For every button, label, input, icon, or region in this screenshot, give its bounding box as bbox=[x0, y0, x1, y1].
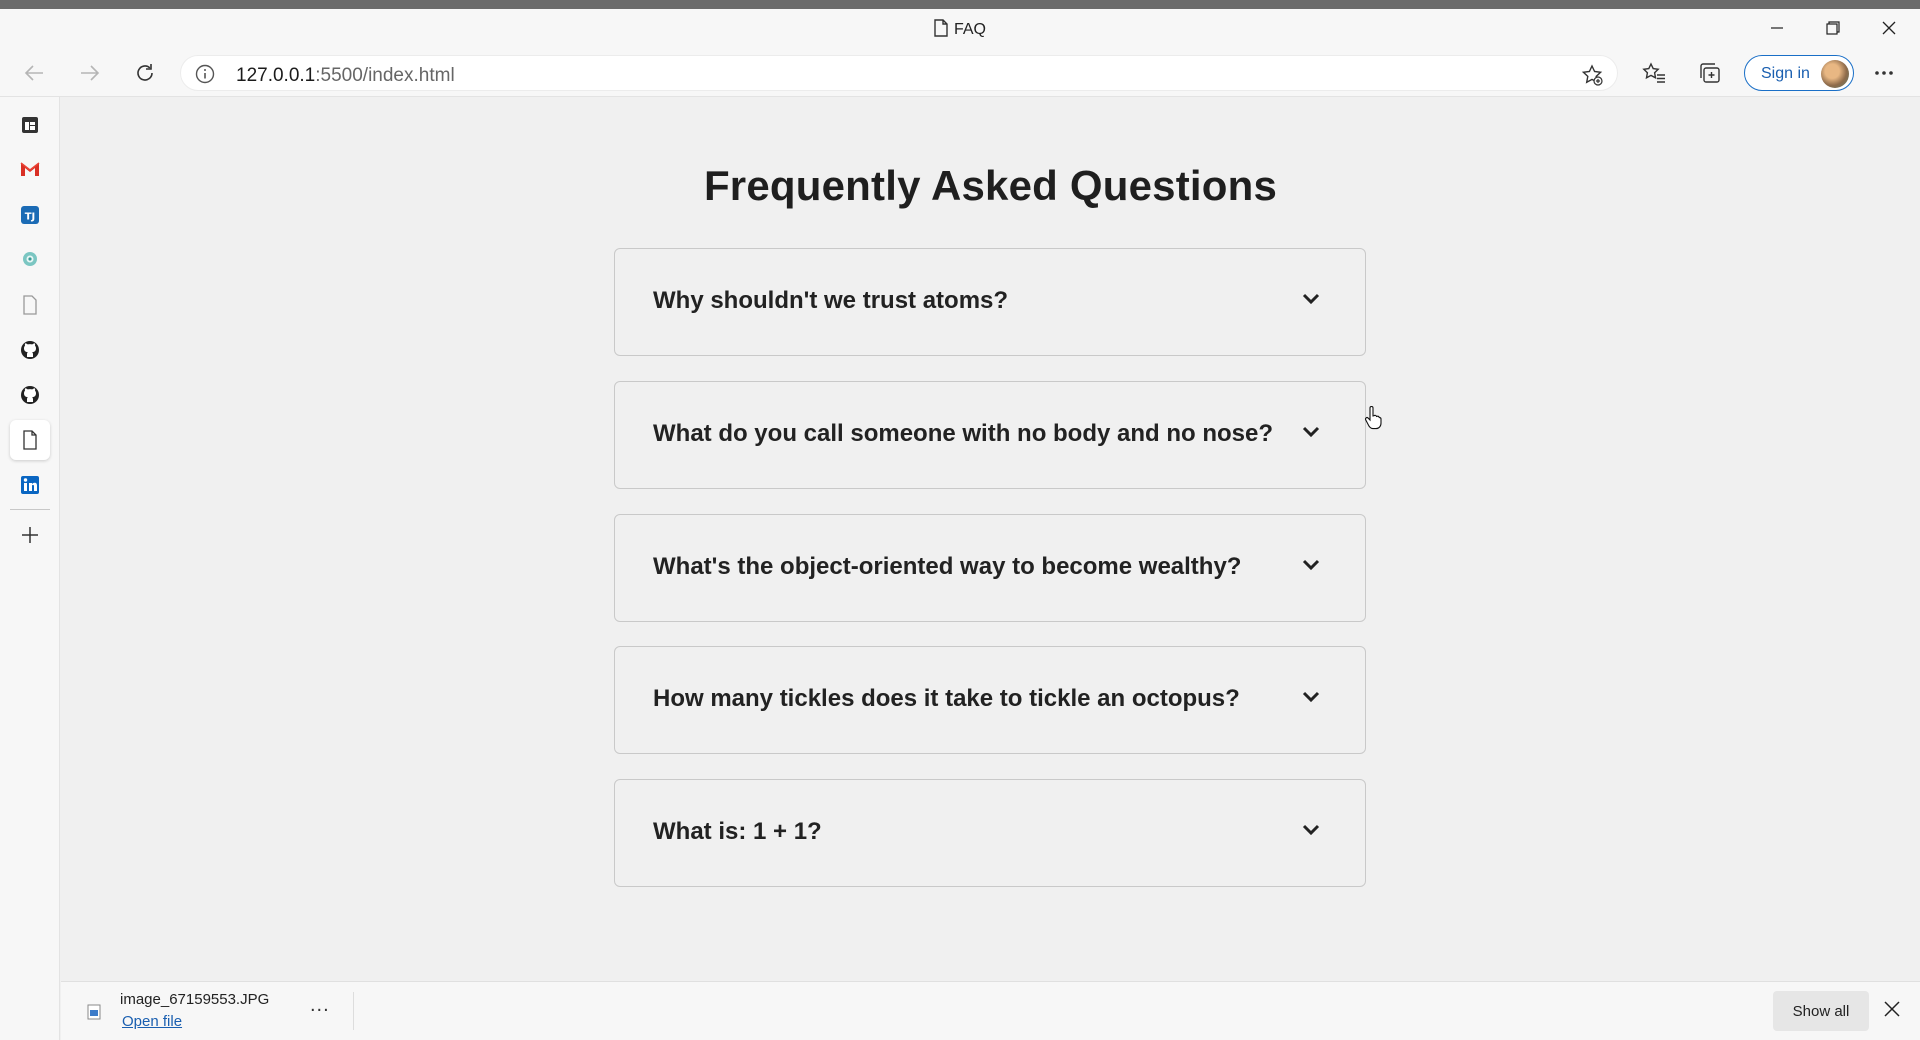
faq-question: What do you call someone with no body an… bbox=[653, 420, 1274, 447]
page-icon bbox=[23, 430, 37, 450]
image-file-icon bbox=[87, 1004, 101, 1020]
faq-question: What's the object-oriented way to become… bbox=[653, 553, 1242, 580]
chevron-down-icon[interactable] bbox=[1302, 559, 1320, 571]
back-arrow-icon bbox=[24, 65, 43, 81]
page-title: Frequently Asked Questions bbox=[703, 162, 1278, 209]
show-all-button[interactable]: Show all bbox=[1773, 991, 1869, 1031]
back-button[interactable] bbox=[16, 55, 52, 91]
gmail-icon bbox=[20, 162, 40, 176]
url-text[interactable]: 127.0.0.1:5500/index.html bbox=[236, 65, 455, 87]
sidebar-item-office[interactable] bbox=[10, 105, 50, 145]
location-icon bbox=[23, 252, 37, 266]
faq-item[interactable]: What's the object-oriented way to become… bbox=[614, 514, 1366, 622]
open-file-link[interactable]: Open file bbox=[122, 1013, 182, 1030]
svg-text:TJ: TJ bbox=[25, 212, 36, 223]
restore-icon bbox=[1826, 21, 1840, 35]
window-top-strip bbox=[0, 0, 1920, 9]
info-icon[interactable] bbox=[195, 64, 215, 84]
add-icon bbox=[22, 527, 38, 543]
avatar bbox=[1821, 60, 1849, 88]
favorites-button[interactable] bbox=[1638, 57, 1670, 89]
chevron-down-icon[interactable] bbox=[1302, 824, 1320, 836]
sidebar-item-github-2[interactable] bbox=[10, 375, 50, 415]
sidebar-item-page-active[interactable] bbox=[10, 420, 50, 460]
sidebar-item-location[interactable] bbox=[10, 240, 50, 280]
add-favorite-icon[interactable] bbox=[1581, 64, 1603, 86]
faq-item[interactable]: What do you call someone with no body an… bbox=[614, 381, 1366, 489]
page-icon bbox=[934, 19, 948, 37]
collections-icon bbox=[1700, 63, 1720, 83]
office-icon bbox=[22, 117, 38, 133]
github-icon bbox=[21, 341, 39, 359]
refresh-icon bbox=[137, 64, 153, 81]
browser-toolbar: 127.0.0.1:5500/index.html Sign in bbox=[0, 47, 1920, 97]
settings-more-button[interactable] bbox=[1868, 57, 1900, 89]
download-file-name: image_67159553.JPG bbox=[120, 991, 270, 1008]
window-title: FAQ bbox=[0, 19, 1920, 39]
chevron-down-icon[interactable] bbox=[1302, 691, 1320, 703]
github-icon bbox=[21, 386, 39, 404]
faq-question: Why shouldn't we trust atoms? bbox=[653, 287, 1009, 314]
faq-question: What is: 1 + 1? bbox=[653, 818, 822, 845]
close-icon bbox=[1882, 21, 1896, 35]
title-bar: FAQ bbox=[0, 9, 1920, 47]
minimize-button[interactable] bbox=[1749, 9, 1805, 47]
more-icon bbox=[1875, 71, 1893, 75]
sidebar-item-tj[interactable]: TJ bbox=[10, 195, 50, 235]
sidebar-item-gmail[interactable] bbox=[10, 149, 50, 189]
close-icon[interactable] bbox=[1883, 1000, 1901, 1018]
faq-item[interactable]: Why shouldn't we trust atoms? bbox=[614, 248, 1366, 356]
page-icon bbox=[23, 295, 37, 315]
chevron-down-icon[interactable] bbox=[1302, 426, 1320, 438]
sidebar-divider bbox=[10, 509, 50, 510]
downloads-bar: image_67159553.JPG Open file ... Show al… bbox=[61, 981, 1920, 1040]
address-bar[interactable]: 127.0.0.1:5500/index.html bbox=[180, 55, 1618, 91]
sign-in-button[interactable]: Sign in bbox=[1744, 55, 1854, 91]
sidebar-item-github[interactable] bbox=[10, 330, 50, 370]
close-window-button[interactable] bbox=[1861, 9, 1917, 47]
favorites-icon bbox=[1642, 62, 1665, 83]
faq-item[interactable]: What is: 1 + 1? bbox=[614, 779, 1366, 887]
forward-arrow-icon bbox=[81, 65, 100, 81]
faq-question: How many tickles does it take to tickle … bbox=[653, 685, 1240, 712]
collections-button[interactable] bbox=[1694, 57, 1726, 89]
hand-cursor-icon bbox=[1364, 406, 1382, 430]
sidebar: TJ bbox=[0, 97, 60, 1040]
minimize-icon bbox=[1771, 27, 1783, 29]
linkedin-icon bbox=[21, 476, 39, 494]
restore-button[interactable] bbox=[1805, 9, 1861, 47]
sidebar-add-button[interactable] bbox=[10, 515, 50, 555]
chevron-down-icon[interactable] bbox=[1302, 293, 1320, 305]
refresh-button[interactable] bbox=[127, 55, 163, 91]
forward-button[interactable] bbox=[72, 55, 108, 91]
faq-item[interactable]: How many tickles does it take to tickle … bbox=[614, 646, 1366, 754]
tj-icon: TJ bbox=[21, 206, 39, 224]
sidebar-item-linkedin[interactable] bbox=[10, 465, 50, 505]
page-content: Frequently Asked Questions Why shouldn't… bbox=[61, 98, 1920, 981]
download-divider bbox=[353, 992, 354, 1030]
download-more-button[interactable]: ... bbox=[310, 994, 330, 1017]
sidebar-item-page[interactable] bbox=[10, 285, 50, 325]
